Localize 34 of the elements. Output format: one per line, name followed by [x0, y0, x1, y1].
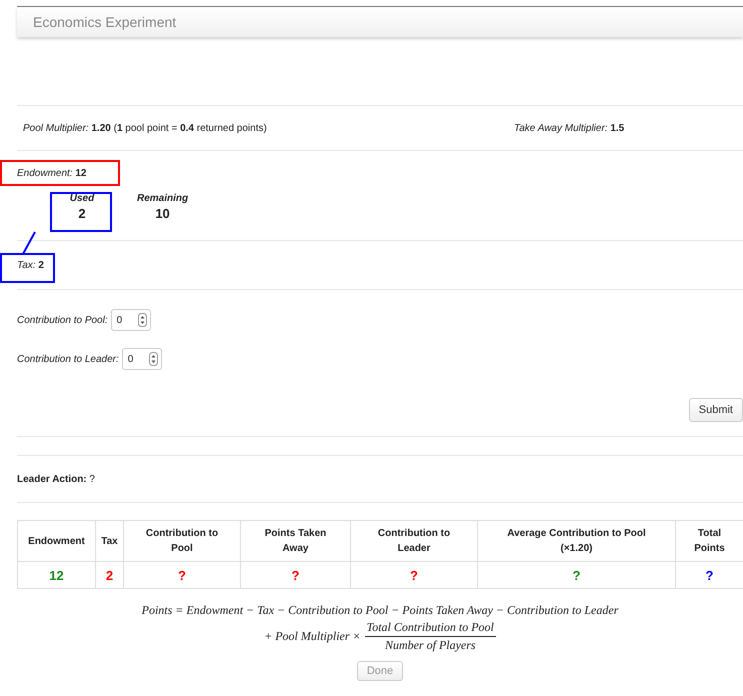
column-header: Endowment — [18, 520, 96, 562]
table-cell: ? — [124, 562, 240, 588]
multiplier-text: Take Away Multiplier: 1.5 — [514, 122, 624, 134]
leader-action-text: Leader Action: ? — [17, 474, 95, 484]
table-cell: ? — [478, 562, 676, 588]
stat-value: 2 — [78, 206, 86, 221]
formula-line: Points = Endowment − Tax − Contribution to Pool − Points Taken Away − Contribution to Leader — [142, 603, 618, 618]
formula-line: + Pool Multiplier × — [264, 629, 361, 644]
table-cell: ? — [350, 562, 478, 588]
table-cell: 2 — [96, 562, 124, 588]
spinner-icon[interactable] — [138, 313, 147, 327]
spinner-icon[interactable] — [148, 352, 158, 366]
field-label: Contribution to Pool: — [17, 314, 108, 326]
stat-label: Used — [70, 193, 94, 204]
stat-value: 10 — [155, 206, 170, 221]
tax-text: Tax: 2 — [17, 260, 44, 270]
column-header: Average Contribution to Pool (×1.20) — [478, 520, 676, 562]
number-field[interactable]: 0 — [122, 348, 162, 370]
fraction-denominator: Number of Players — [384, 637, 476, 653]
number-field[interactable]: 0 — [110, 309, 151, 331]
app-title: Economics Experiment — [33, 14, 176, 30]
column-header: Total Points — [676, 520, 743, 562]
column-header: Tax — [96, 520, 124, 562]
table-cell: 12 — [18, 562, 96, 588]
column-header: Contribution to Pool — [124, 520, 240, 562]
fraction-numerator: Total Contribution to Pool — [364, 620, 496, 637]
column-header: Contribution to Leader — [350, 520, 478, 562]
table-cell: ? — [240, 562, 350, 588]
endowment-text: Endowment: 12 — [17, 168, 86, 179]
submit-button[interactable]: Submit — [688, 398, 743, 422]
stat-label: Remaining — [137, 193, 188, 204]
field-label: Contribution to Leader: — [17, 354, 119, 364]
column-header: Points Taken Away — [240, 520, 350, 562]
multiplier-text: Pool Multiplier: 1.20 (1 pool point = 0.4 returned points) — [23, 122, 267, 134]
